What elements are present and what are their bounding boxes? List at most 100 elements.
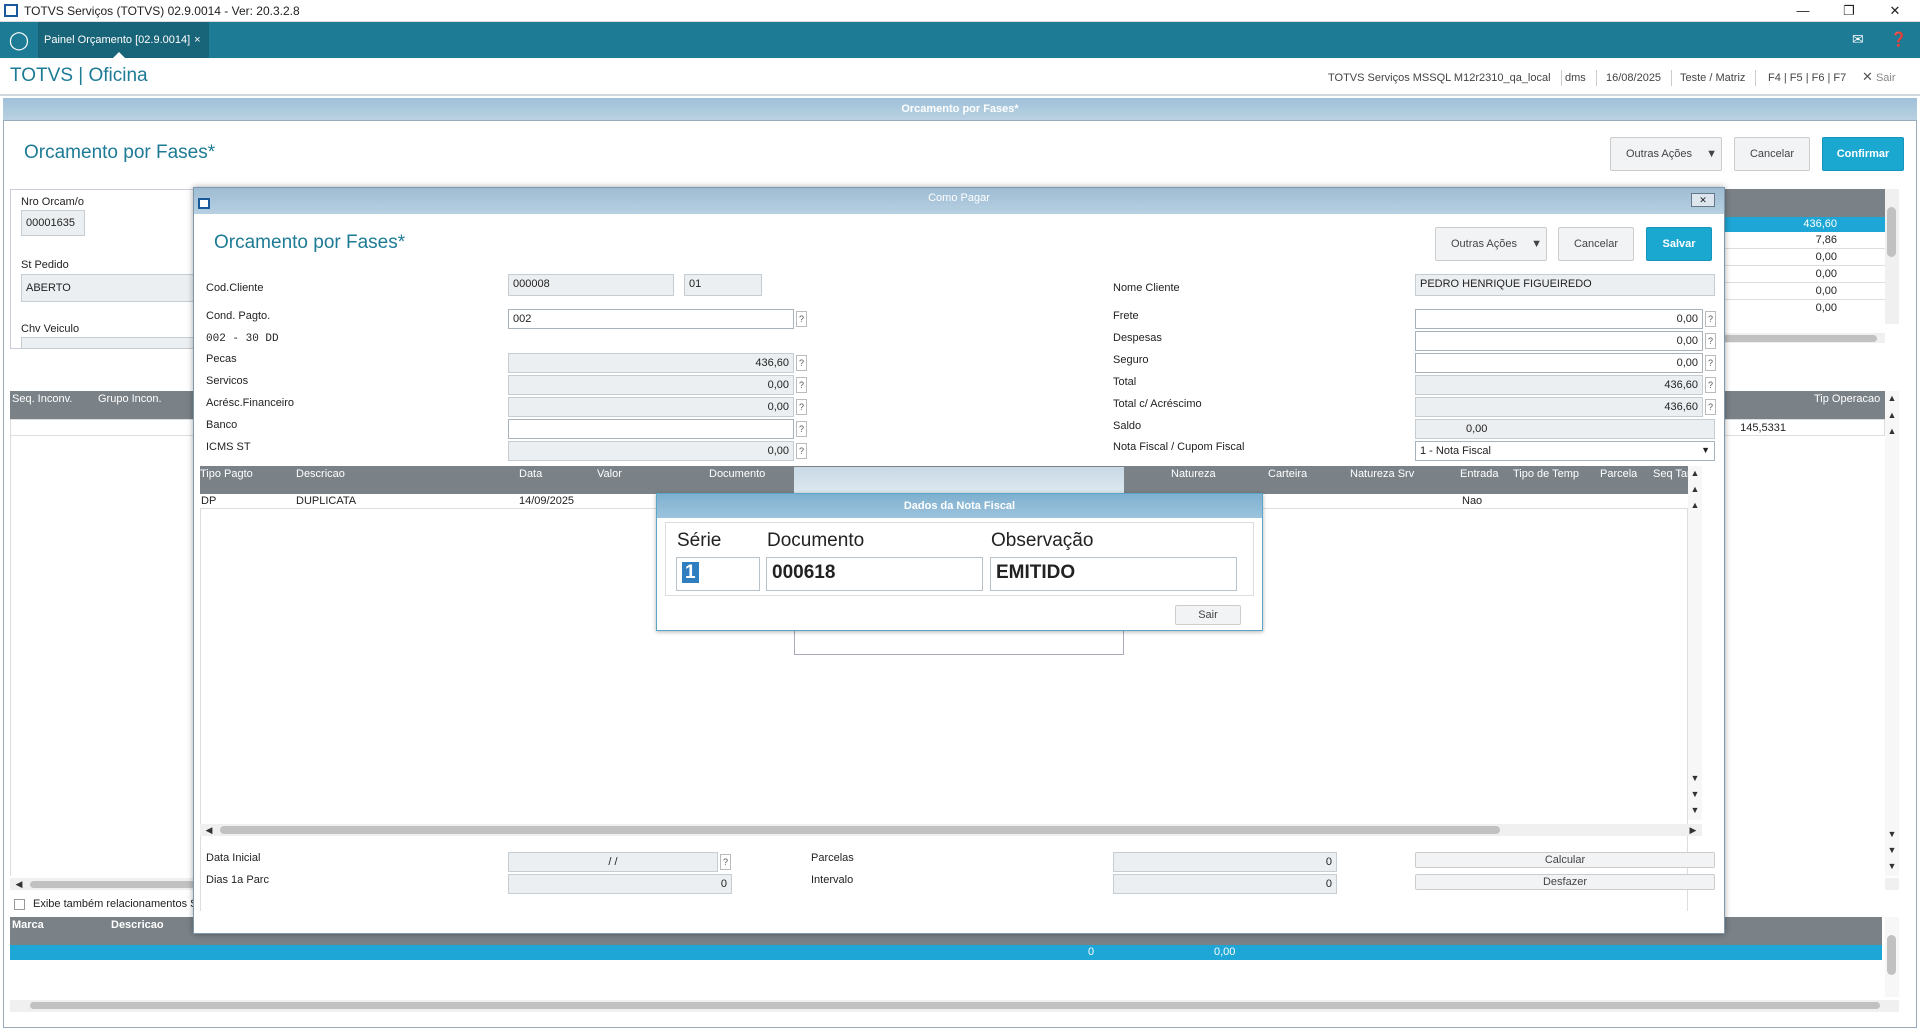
right-grid-hscroll-thumb[interactable]	[1722, 335, 1877, 342]
cod-cliente-field[interactable]: 000008	[508, 274, 674, 296]
mail-icon[interactable]: ✉	[1852, 31, 1864, 48]
hscroll-right-icon[interactable]	[1885, 878, 1899, 890]
col-documento[interactable]: Documento	[709, 468, 765, 480]
desfazer-button[interactable]: Desfazer	[1415, 874, 1715, 890]
total-help-icon[interactable]: ?	[1705, 377, 1716, 393]
col-marca[interactable]: Marca	[12, 919, 44, 931]
nro-orcam-field[interactable]: 00001635	[21, 210, 85, 236]
intervalo-field[interactable]: 0	[1113, 874, 1337, 894]
scroll-page-down-icon[interactable]: ▼	[1885, 845, 1899, 855]
icms-field[interactable]: 0,00	[508, 441, 794, 461]
col-descricao[interactable]: Descricao	[296, 468, 345, 480]
despesas-field[interactable]: 0,00	[1415, 331, 1703, 351]
restore-icon[interactable]: ❐	[1826, 0, 1872, 22]
cancel-button[interactable]: Cancelar	[1734, 137, 1810, 171]
inconv-grid-vscroll[interactable]	[1885, 391, 1899, 876]
observacao-field[interactable]: EMITIDO	[990, 557, 1237, 591]
other-actions-button[interactable]: Outras Ações ▼	[1610, 137, 1722, 171]
banco-field[interactable]	[508, 419, 794, 439]
payments-grid-vscroll[interactable]	[1688, 466, 1702, 820]
icms-help-icon[interactable]: ?	[796, 443, 807, 459]
nome-cliente-field[interactable]: PEDRO HENRIQUE FIGUEIREDO	[1415, 274, 1715, 296]
total-acresc-field[interactable]: 436,60	[1415, 397, 1703, 417]
dialog-close-icon[interactable]: ✕	[1691, 193, 1715, 207]
scroll-page-up-icon[interactable]: ▲	[1688, 484, 1702, 494]
banco-lookup-icon[interactable]: ?	[796, 421, 807, 437]
saldo-field[interactable]: 0,00	[1415, 419, 1715, 439]
col-natureza[interactable]: Natureza	[1171, 468, 1216, 480]
col-tip-operacao[interactable]: Tip Operacao	[1814, 393, 1880, 405]
dias-field[interactable]: 0	[508, 874, 732, 894]
despesas-help-icon[interactable]: ?	[1705, 333, 1716, 349]
calendar-help-icon[interactable]: ?	[720, 854, 731, 870]
parcelas-field[interactable]: 0	[1113, 852, 1337, 872]
documento-field[interactable]: 000618	[766, 557, 983, 591]
calcular-button[interactable]: Calcular	[1415, 852, 1715, 868]
data-inicial-field[interactable]: / /	[508, 852, 718, 872]
frete-help-icon[interactable]: ?	[1705, 311, 1716, 327]
minimize-icon[interactable]: —	[1780, 0, 1826, 22]
loja-field[interactable]: 01	[684, 274, 762, 296]
right-grid-value[interactable]: 0,00	[1722, 300, 1885, 317]
inconv-grid-hscroll-thumb[interactable]	[30, 881, 195, 888]
dialog-other-actions-button[interactable]: Outras Ações ▼	[1435, 227, 1547, 261]
servicos-field[interactable]: 0,00	[508, 375, 794, 395]
seguro-field[interactable]: 0,00	[1415, 353, 1703, 373]
total-field[interactable]: 436,60	[1415, 375, 1703, 395]
col-tipo-de-temp[interactable]: Tipo de Temp	[1513, 468, 1579, 480]
tip-operacao-value[interactable]: 145,5331	[1722, 419, 1885, 436]
col-seq-tarefa[interactable]: Seq Tarefa	[1653, 468, 1688, 480]
right-grid-value[interactable]: 0,00	[1722, 249, 1885, 266]
dialog-save-button[interactable]: Salvar	[1646, 227, 1712, 261]
scroll-down-icon[interactable]: ▼	[1688, 773, 1702, 783]
chv-veiculo-field[interactable]	[21, 337, 195, 349]
nf-type-select[interactable]: 1 - Nota Fiscal ▼	[1415, 441, 1715, 461]
close-icon[interactable]: ✕	[1872, 0, 1918, 22]
scroll-up-icon[interactable]: ▲	[1688, 500, 1702, 510]
right-grid-value[interactable]: 436,60	[1722, 217, 1885, 232]
right-grid-scroll-thumb[interactable]	[1887, 207, 1896, 257]
dialog-cancel-button[interactable]: Cancelar	[1558, 227, 1634, 261]
bottom-grid-hscroll-thumb[interactable]	[30, 1002, 1880, 1009]
serie-field[interactable]: 1	[676, 557, 760, 591]
total-acresc-help-icon[interactable]: ?	[1705, 399, 1716, 415]
col-grupo-incon[interactable]: Grupo Incon.	[98, 393, 162, 405]
scroll-page-up-icon[interactable]: ▲	[1885, 410, 1899, 420]
col-valor[interactable]: Valor	[597, 468, 622, 480]
scroll-top-icon[interactable]: ▲	[1688, 468, 1702, 478]
right-grid-value[interactable]: 7,86	[1722, 232, 1885, 249]
bottom-grid-vscroll-thumb[interactable]	[1887, 935, 1896, 975]
col-seq-inconv[interactable]: Seq. Inconv.	[12, 393, 72, 405]
col-entrada[interactable]: Entrada	[1460, 468, 1499, 480]
cond-pagto-field[interactable]: 002	[508, 309, 794, 329]
hscroll-left-icon[interactable]: ◀	[12, 879, 26, 890]
right-grid-value[interactable]: 0,00	[1722, 283, 1885, 300]
col-descricao[interactable]: Descricao	[111, 919, 164, 931]
col-data[interactable]: Data	[519, 468, 542, 480]
nf-sair-button[interactable]: Sair	[1175, 605, 1241, 625]
hscroll-left-icon[interactable]: ◀	[202, 825, 216, 836]
inconv-grid-row[interactable]	[10, 419, 195, 436]
scroll-up-icon[interactable]: ▲	[1885, 426, 1899, 436]
col-tipo-pagto[interactable]: Tipo Pagto	[200, 468, 253, 480]
relationships-checkbox[interactable]	[14, 899, 25, 910]
scroll-down-icon[interactable]: ▼	[1885, 829, 1899, 839]
servicos-help-icon[interactable]: ?	[796, 377, 807, 393]
col-carteira[interactable]: Carteira	[1268, 468, 1307, 480]
hscroll-right-icon[interactable]: ▶	[1686, 825, 1700, 836]
scroll-bottom-icon[interactable]: ▼	[1688, 805, 1702, 815]
right-grid-value[interactable]: 0,00	[1722, 266, 1885, 283]
scroll-page-down-icon[interactable]: ▼	[1688, 789, 1702, 799]
scroll-top-icon[interactable]: ▲	[1885, 393, 1899, 403]
acresc-help-icon[interactable]: ?	[796, 399, 807, 415]
pecas-help-icon[interactable]: ?	[796, 355, 807, 371]
bottom-grid-row[interactable]: 0 0,00	[10, 945, 1882, 960]
seguro-help-icon[interactable]: ?	[1705, 355, 1716, 371]
col-natureza-srv[interactable]: Natureza Srv	[1350, 468, 1414, 480]
st-pedido-field[interactable]: ABERTO	[21, 274, 195, 302]
help-icon[interactable]: ❓	[1890, 31, 1907, 48]
exit-button[interactable]: ✕ Sair	[1862, 69, 1896, 85]
totvs-logo-icon[interactable]: ◯	[6, 28, 32, 54]
confirm-button[interactable]: Confirmar	[1822, 137, 1904, 171]
pecas-field[interactable]: 436,60	[508, 353, 794, 373]
